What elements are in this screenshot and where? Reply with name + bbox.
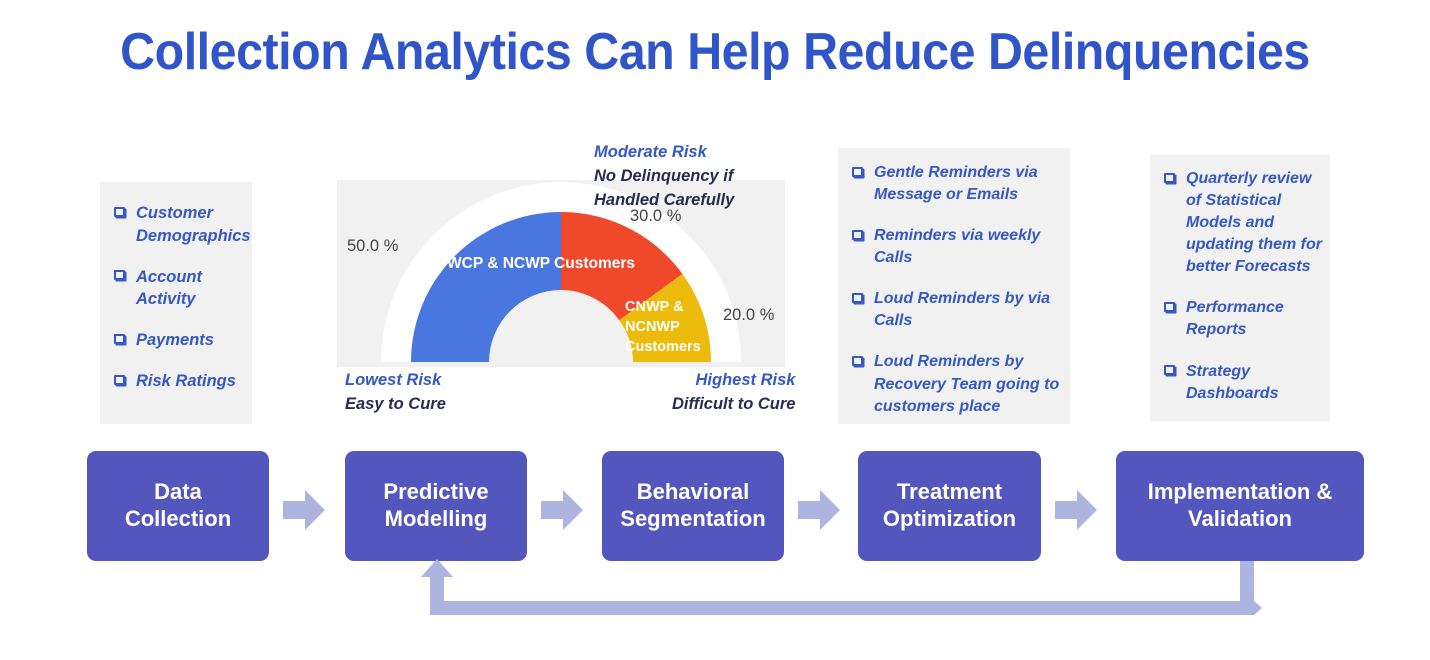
checkbox-bullet-icon	[114, 270, 125, 281]
gauge-blue-segment-label: WCP & NCWP Customers	[447, 255, 635, 272]
flow-step-line1: Treatment	[896, 479, 1003, 505]
arrow-right-icon	[283, 490, 325, 530]
flow-step-line1: Data	[154, 479, 202, 505]
list-item: Reminders via weekly Calls	[852, 225, 1060, 269]
checkbox-bullet-icon	[1164, 302, 1175, 313]
flow-step-line1: Behavioral	[636, 479, 750, 505]
list-item-label: Gentle Reminders via Message or Emails	[874, 164, 1038, 204]
list-item-label: Payments	[136, 331, 214, 350]
list-item-label: Risk Ratings	[136, 371, 236, 390]
gauge-yellow-segment-label-l3: Customers	[625, 339, 701, 355]
lowest-risk-note: Lowest Risk Easy to Cure	[345, 369, 446, 417]
moderate-risk-heading: Moderate Risk	[594, 143, 707, 161]
validation-list: Quarterly review of Statistical Models a…	[1164, 168, 1322, 405]
flow-step-line2: Optimization	[882, 506, 1017, 531]
highest-risk-note: Highest Risk Difficult to Cure	[672, 369, 795, 417]
flow-step-line1: Implementation &	[1147, 479, 1333, 505]
list-item-label: Loud Reminders by Recovery Team going to…	[874, 353, 1060, 415]
lowest-risk-heading: Lowest Risk	[345, 371, 442, 389]
treatment-options-panel: Gentle Reminders via Message or Emails R…	[838, 148, 1070, 424]
list-item-label: Quarterly review of Statistical Models a…	[1186, 170, 1322, 276]
gauge-pct-left: 50.0 %	[347, 237, 399, 255]
list-item: Strategy Dashboards	[1164, 361, 1322, 405]
flow-step-line1: Predictive	[383, 479, 489, 505]
flow-step-behavioral-segmentation[interactable]: Behavioral Segmentation	[602, 451, 784, 561]
flow-step-line2: Modelling	[384, 506, 488, 531]
data-inputs-list: Customer Demographics Account Activity P…	[114, 202, 251, 393]
checkbox-bullet-icon	[114, 374, 125, 385]
data-inputs-panel: Customer Demographics Account Activity P…	[100, 182, 252, 424]
checkbox-bullet-icon	[852, 356, 863, 367]
list-item-label: Customer Demographics	[136, 204, 251, 245]
list-item: Loud Reminders by Recovery Team going to…	[852, 351, 1060, 417]
highest-risk-sub: Difficult to Cure	[672, 394, 796, 413]
list-item: Payments	[114, 329, 240, 352]
gauge-yellow-segment-label-l1: CNWP &	[625, 299, 684, 315]
flow-step-label: Treatment Optimization	[883, 479, 1016, 533]
flow-step-line2: Validation	[1188, 506, 1292, 531]
list-item-label: Performance Reports	[1186, 299, 1284, 339]
checkbox-bullet-icon	[114, 206, 125, 217]
checkbox-bullet-icon	[1164, 365, 1175, 376]
treatment-options-list: Gentle Reminders via Message or Emails R…	[852, 162, 1060, 418]
flow-step-line2: Segmentation	[620, 506, 766, 531]
flow-step-label: Behavioral Segmentation	[620, 479, 765, 533]
list-item: Risk Ratings	[114, 370, 240, 393]
flow-step-label: Implementation & Validation	[1148, 479, 1333, 533]
slide-root: Collection Analytics Can Help Reduce Del…	[0, 0, 1430, 660]
checkbox-bullet-icon	[852, 229, 863, 240]
flow-step-label: Predictive Modelling	[383, 479, 488, 533]
list-item: Customer Demographics	[114, 202, 251, 248]
list-item: Gentle Reminders via Message or Emails	[852, 162, 1060, 206]
flow-step-data-collection[interactable]: Data Collection	[87, 451, 269, 561]
flow-step-predictive-modelling[interactable]: Predictive Modelling	[345, 451, 527, 561]
list-item: Account Activity	[114, 266, 240, 312]
moderate-risk-line2: Handled Carefully	[594, 190, 735, 209]
arrow-right-icon	[541, 490, 583, 530]
moderate-risk-note: Moderate Risk No Delinquency if Handled …	[594, 141, 734, 213]
list-item-label: Account Activity	[136, 267, 202, 309]
list-item-label: Strategy Dashboards	[1186, 362, 1279, 402]
checkbox-bullet-icon	[1164, 172, 1175, 183]
flow-step-implementation-validation[interactable]: Implementation & Validation	[1116, 451, 1364, 561]
page-title: Collection Analytics Can Help Reduce Del…	[120, 23, 1310, 81]
list-item: Quarterly review of Statistical Models a…	[1164, 168, 1322, 278]
checkbox-bullet-icon	[852, 166, 863, 177]
moderate-risk-line1: No Delinquency if	[594, 166, 734, 185]
arrow-right-icon	[1055, 490, 1097, 530]
list-item: Loud Reminders by via Calls	[852, 288, 1060, 332]
flow-step-label: Data Collection	[125, 479, 231, 533]
list-item: Performance Reports	[1164, 297, 1322, 341]
checkbox-bullet-icon	[852, 293, 863, 304]
gauge-pct-right: 20.0 %	[723, 306, 775, 324]
checkbox-bullet-icon	[114, 334, 125, 344]
arrow-right-icon	[798, 490, 840, 530]
flow-step-line2: Collection	[124, 506, 232, 531]
lowest-risk-sub: Easy to Cure	[345, 394, 446, 413]
list-item-label: Loud Reminders by via Calls	[874, 290, 1051, 330]
highest-risk-heading: Highest Risk	[695, 371, 796, 389]
validation-panel: Quarterly review of Statistical Models a…	[1150, 155, 1330, 421]
list-item-label: Reminders via weekly Calls	[874, 227, 1041, 267]
flow-step-treatment-optimization[interactable]: Treatment Optimization	[858, 451, 1041, 561]
gauge-yellow-segment-label-l2: NCNWP	[625, 319, 680, 335]
